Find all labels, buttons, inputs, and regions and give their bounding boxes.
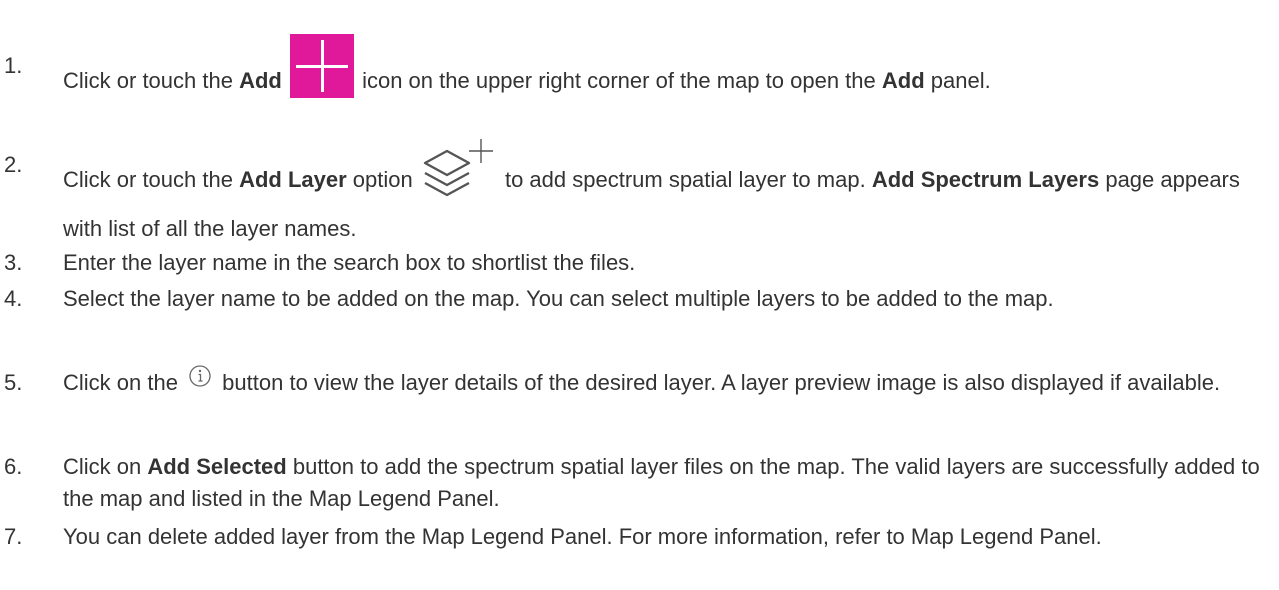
step-text-part: Click on the (63, 370, 185, 395)
step-number: 4. (4, 286, 23, 311)
step-text: Click on the button to view the layer de… (63, 364, 1273, 399)
info-icon (188, 364, 212, 388)
step-text-part: panel. (924, 67, 991, 93)
step-number: 5. (4, 370, 23, 395)
bold-term: Add (239, 67, 282, 93)
step-text-part: Click or touch the (63, 67, 240, 93)
add-icon (289, 34, 354, 98)
step-text-part: button to view the layer details of the … (216, 370, 1221, 395)
info-icon-svg (189, 365, 211, 387)
bold-term: Add Spectrum Layers (871, 166, 1100, 192)
step-text: Click or touch the Add icon on the upper… (63, 34, 1273, 114)
step-text-part: icon on the upper right corner of the ma… (355, 67, 882, 93)
add-layer-icon-svg (423, 139, 493, 197)
step-text-part: Click or touch the (63, 166, 240, 192)
add-layer-icon (421, 137, 497, 201)
step-text: Click or touch the Add Layer option to a… (63, 139, 1273, 245)
step-text: Select the layer name to be added on the… (63, 286, 1054, 311)
step-text: Enter the layer name in the search box t… (63, 250, 636, 275)
step-number: 1. (4, 53, 23, 78)
step-text-part: Click on (63, 454, 148, 479)
step-text-part: to add spectrum spatial layer to map. (498, 166, 872, 192)
bold-term: Add (881, 67, 925, 93)
step-number: 2. (4, 152, 23, 177)
step-number: 7. (4, 524, 23, 549)
bold-term: Add Selected (147, 454, 287, 479)
step-text-part: option (346, 166, 419, 192)
step-number: 3. (4, 250, 23, 275)
bold-term: Add Layer (239, 166, 347, 192)
step-text: You can delete added layer from the Map … (63, 524, 1102, 549)
step-text: Click on Add Selected button to add the … (63, 451, 1273, 515)
step-number: 6. (4, 454, 23, 479)
